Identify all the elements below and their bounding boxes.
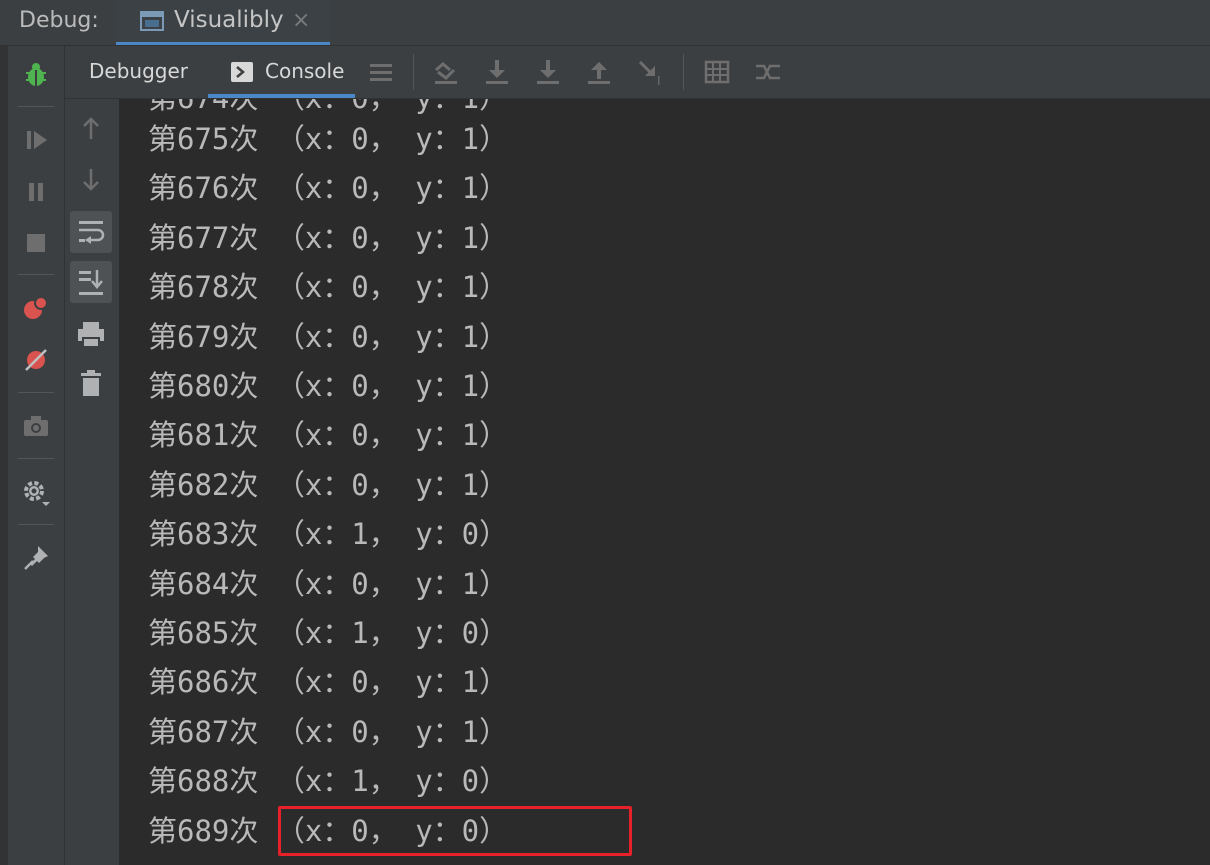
tab-visualibly[interactable]: Visualibly ×: [116, 0, 330, 45]
console-gutter: [65, 99, 119, 865]
debug-actions-strip: [8, 46, 65, 865]
separator: [18, 392, 54, 393]
separator: [683, 54, 684, 90]
console-line: 第681次 （x：0， y：1）: [148, 418, 509, 453]
separator: [18, 106, 54, 107]
trash-icon[interactable]: [70, 363, 112, 405]
console-line: 第688次 （x：1， y：0）: [148, 764, 509, 799]
pause-icon[interactable]: [20, 176, 52, 208]
run-to-cursor-icon[interactable]: I: [635, 56, 667, 88]
separator: [413, 54, 414, 90]
tab-debugger[interactable]: Debugger: [65, 46, 201, 98]
soft-wrap-icon[interactable]: [70, 211, 112, 253]
tab-console[interactable]: Console: [208, 46, 355, 98]
console-line: 第682次 （x：0， y：1）: [148, 467, 509, 502]
console-line: 第679次 （x：0， y：1）: [148, 319, 509, 354]
tab-underline: [116, 42, 330, 45]
tab-underline: [208, 94, 355, 98]
console-line: 第676次 （x：0， y：1）: [148, 171, 509, 206]
console-icon: [231, 62, 253, 87]
run-config-icon: [140, 10, 164, 36]
console-line: 第680次 （x：0， y：1）: [148, 369, 509, 403]
console-line: 第686次 （x：0， y：1）: [148, 665, 509, 700]
debug-toolbar: Debugger Console I: [65, 46, 1210, 99]
camera-icon[interactable]: [20, 410, 52, 442]
console-output[interactable]: 第674次 （x：0， y：1） 第675次 （x：0， y：1）第676次 （…: [120, 99, 1210, 865]
debug-bug-icon[interactable]: [20, 58, 52, 90]
separator: [18, 274, 54, 275]
console-line: 第677次 （x：0， y：1）: [148, 220, 509, 255]
left-rail: [0, 46, 8, 865]
step-over-icon[interactable]: [481, 56, 513, 88]
close-icon[interactable]: ×: [292, 8, 310, 33]
console-line: 第683次 （x：1， y：0）: [148, 517, 509, 552]
view-breakpoints-icon[interactable]: [20, 292, 52, 324]
stop-icon[interactable]: [20, 227, 52, 259]
tab-console-label: Console: [265, 59, 345, 83]
console-line: 第678次 （x：0， y：1）: [148, 270, 509, 305]
console-line: 第675次 （x：0， y：1）: [148, 122, 509, 156]
settings-icon[interactable]: [20, 476, 52, 508]
print-icon[interactable]: [70, 313, 112, 355]
tab-debugger-label: Debugger: [89, 59, 188, 83]
up-arrow-icon[interactable]: [70, 107, 112, 149]
separator: [18, 458, 54, 459]
highlight-box: [278, 806, 632, 856]
console-line: 第684次 （x：0， y：1）: [148, 566, 509, 601]
scroll-to-end-icon[interactable]: [70, 261, 112, 303]
separator: [18, 524, 54, 525]
trace-icon[interactable]: [752, 56, 784, 88]
tab-label: Visualibly: [174, 7, 284, 33]
console-line: 第687次 （x：0， y：1）: [148, 714, 509, 749]
down-arrow-icon[interactable]: [70, 159, 112, 201]
resume-icon[interactable]: [20, 124, 52, 156]
console-line: 第685次 （x：1， y：0）: [148, 616, 509, 650]
mute-breakpoints-icon[interactable]: [20, 344, 52, 376]
list-icon[interactable]: [365, 56, 397, 88]
step-out-icon[interactable]: [583, 56, 615, 88]
pin-icon[interactable]: [20, 542, 52, 574]
show-execution-point-icon[interactable]: [430, 56, 462, 88]
step-into-icon[interactable]: [532, 56, 564, 88]
debug-title: Debug:: [19, 8, 99, 33]
debug-tool-window-header: Debug: Visualibly ×: [0, 0, 1210, 46]
svg-text:I: I: [657, 74, 661, 88]
evaluate-expression-icon[interactable]: [701, 56, 733, 88]
